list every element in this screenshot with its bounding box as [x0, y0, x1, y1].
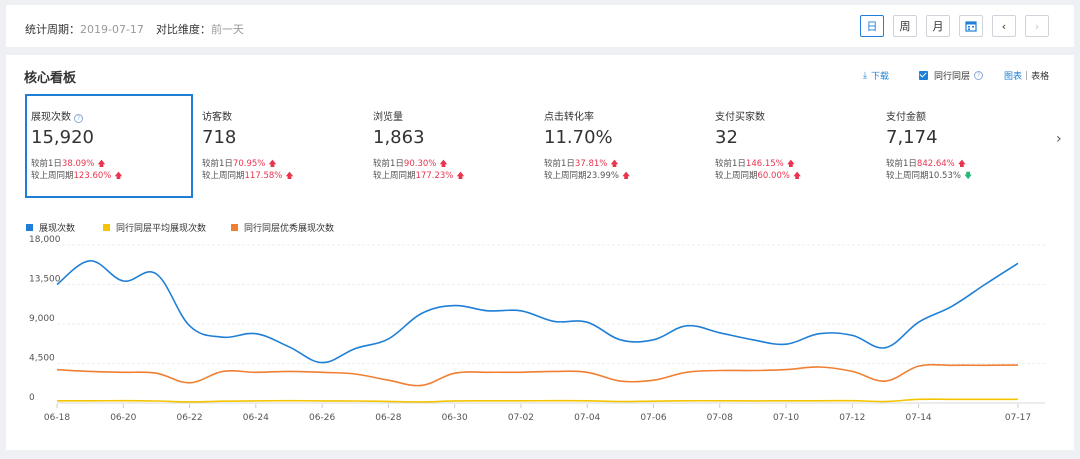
- x-tick-label: 07-10: [773, 413, 799, 423]
- impressions-line-chart: 0 4,500 9,000 13,500 18,000 06-18 06-20 06-22 06…: [29, 235, 1045, 423]
- series-line-2: [56, 363, 1019, 387]
- y-tick-label: 4,500: [29, 354, 55, 364]
- x-tick-label: 06-20: [110, 413, 136, 423]
- x-tick-label: 07-04: [574, 413, 600, 423]
- x-tick-label: 06-26: [309, 413, 335, 423]
- x-tick-label: 06-28: [375, 413, 401, 423]
- x-tick-label: 07-08: [707, 413, 733, 423]
- x-tick-label: 07-14: [906, 413, 932, 423]
- x-tick-label: 07-12: [839, 413, 865, 423]
- x-tick-label: 06-22: [176, 413, 202, 423]
- x-tick-label: 07-02: [508, 413, 534, 423]
- y-tick-label: 0: [29, 393, 35, 403]
- y-tick-label: 9,000: [29, 314, 55, 324]
- x-tick-label: 06-24: [243, 413, 269, 423]
- y-tick-label: 13,500: [29, 275, 61, 285]
- x-tick-label: 06-30: [442, 413, 468, 423]
- x-tick-label: 07-06: [640, 413, 666, 423]
- x-tick-label: 06-18: [44, 413, 70, 423]
- y-tick-label: 18,000: [29, 235, 61, 245]
- series-line-0: [56, 259, 1019, 364]
- series-line-1: [56, 398, 1018, 403]
- x-tick-label: 07-17: [1005, 413, 1031, 423]
